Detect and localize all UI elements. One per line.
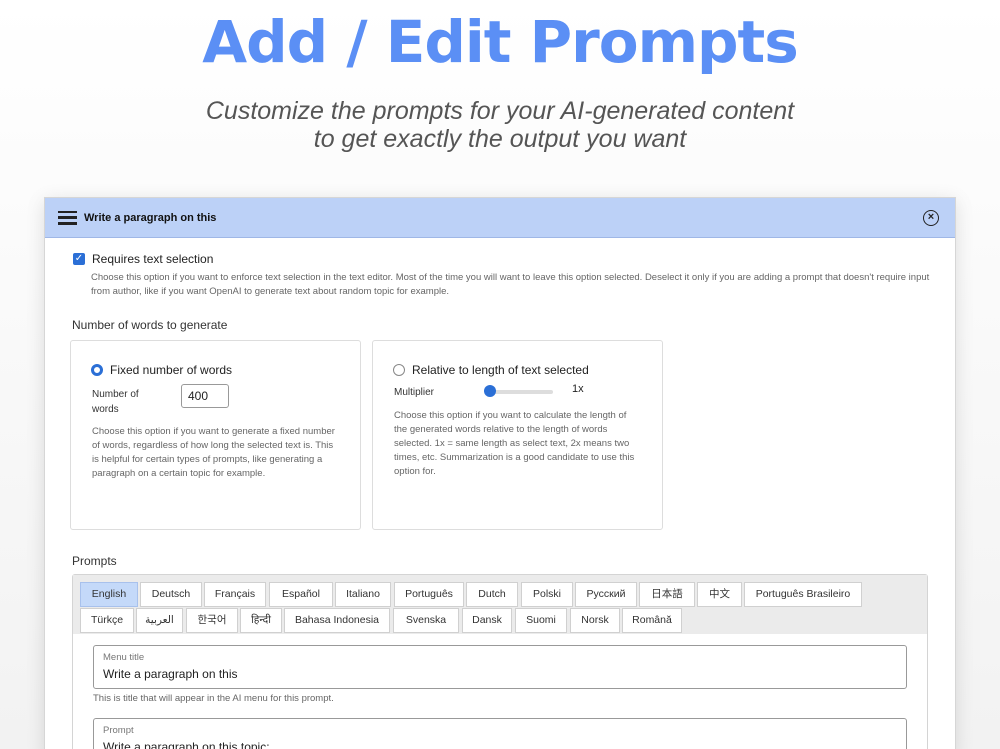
- prompts-section-label: Prompts: [72, 554, 117, 568]
- menu-title-field[interactable]: Menu title Write a paragraph on this: [93, 645, 907, 689]
- dialog-title: Write a paragraph on this: [84, 211, 217, 224]
- tab-portugues[interactable]: Português: [394, 582, 464, 607]
- prompt-field[interactable]: Prompt Write a paragraph on this topic:: [93, 718, 907, 749]
- prompts-tabs-panel: English Deutsch Français Español Italian…: [72, 574, 928, 749]
- tab-dutch[interactable]: Dutch: [466, 582, 518, 607]
- requires-selection-checkbox[interactable]: ✓: [73, 253, 85, 265]
- subtitle-line-1: Customize the prompts for your AI-genera…: [205, 97, 795, 125]
- multiplier-slider-thumb[interactable]: [484, 385, 496, 397]
- multiplier-label: Multiplier: [394, 387, 435, 398]
- relative-length-label: Relative to length of text selected: [412, 363, 589, 377]
- tab-turkce[interactable]: Türkçe: [80, 608, 134, 633]
- tab-italiano[interactable]: Italiano: [335, 582, 391, 607]
- menu-title-label: Menu title: [103, 652, 145, 663]
- tab-suomi[interactable]: Suomi: [515, 608, 567, 633]
- relative-length-option[interactable]: Relative to length of text selected: [393, 363, 589, 377]
- tab-arabic[interactable]: العربية: [136, 608, 183, 633]
- subtitle-line-2: to get exactly the output you want: [313, 125, 687, 153]
- language-tab-bar: English Deutsch Français Español Italian…: [73, 575, 927, 634]
- requires-selection-help: Choose this option if you want to enforc…: [91, 272, 930, 297]
- multiplier-slider-track[interactable]: [486, 390, 553, 394]
- tab-korean[interactable]: 한국어: [186, 608, 238, 633]
- menu-title-value[interactable]: Write a paragraph on this: [103, 667, 238, 681]
- hamburger-menu-icon[interactable]: [58, 210, 77, 225]
- tab-polski[interactable]: Polski: [521, 582, 573, 607]
- tab-svenska[interactable]: Svenska: [393, 608, 459, 633]
- tab-bahasa-indonesia[interactable]: Bahasa Indonesia: [284, 608, 390, 633]
- prompt-label: Prompt: [103, 725, 134, 736]
- tab-english[interactable]: English: [80, 582, 138, 607]
- relative-length-radio[interactable]: [393, 364, 405, 376]
- prompt-editor-dialog: Write a paragraph on this × ✓ Requires t…: [44, 197, 956, 749]
- fixed-words-label: Fixed number of words: [110, 363, 233, 377]
- fixed-words-option[interactable]: Fixed number of words: [91, 363, 232, 377]
- page-title: Add / Edit Prompts: [202, 8, 799, 76]
- tab-dansk[interactable]: Dansk: [462, 608, 512, 633]
- menu-title-help: This is title that will appear in the AI…: [93, 693, 334, 704]
- relative-length-help: Choose this option if you want to calcul…: [394, 410, 635, 477]
- tab-russian[interactable]: Русский: [575, 582, 637, 607]
- fixed-words-card: Fixed number of words Number of words Ch…: [70, 340, 361, 530]
- tab-norsk[interactable]: Norsk: [570, 608, 620, 633]
- requires-selection-row[interactable]: ✓ Requires text selection: [73, 252, 213, 266]
- tab-chinese[interactable]: 中文: [697, 582, 742, 607]
- fixed-words-help: Choose this option if you want to genera…: [92, 426, 335, 479]
- number-of-words-input[interactable]: [181, 384, 229, 408]
- multiplier-value: 1x: [572, 383, 584, 395]
- tab-hindi[interactable]: हिन्दी: [240, 608, 282, 633]
- fixed-words-radio[interactable]: [91, 364, 103, 376]
- words-section-label: Number of words to generate: [72, 318, 228, 332]
- tab-portugues-brasileiro[interactable]: Português Brasileiro: [744, 582, 862, 607]
- tab-espanol[interactable]: Español: [269, 582, 333, 607]
- relative-length-card: Relative to length of text selected Mult…: [372, 340, 663, 530]
- tab-romana[interactable]: Română: [622, 608, 682, 633]
- tab-francais[interactable]: Français: [204, 582, 266, 607]
- tab-japanese[interactable]: 日本語: [639, 582, 695, 607]
- requires-selection-label: Requires text selection: [92, 252, 214, 266]
- number-of-words-label: Number of words: [92, 389, 139, 415]
- prompt-value[interactable]: Write a paragraph on this topic:: [103, 740, 270, 749]
- close-icon[interactable]: ×: [923, 210, 939, 226]
- page-subtitle: Customize the prompts for your AI-genera…: [0, 97, 1000, 153]
- tab-deutsch[interactable]: Deutsch: [140, 582, 202, 607]
- dialog-header: Write a paragraph on this ×: [45, 198, 955, 238]
